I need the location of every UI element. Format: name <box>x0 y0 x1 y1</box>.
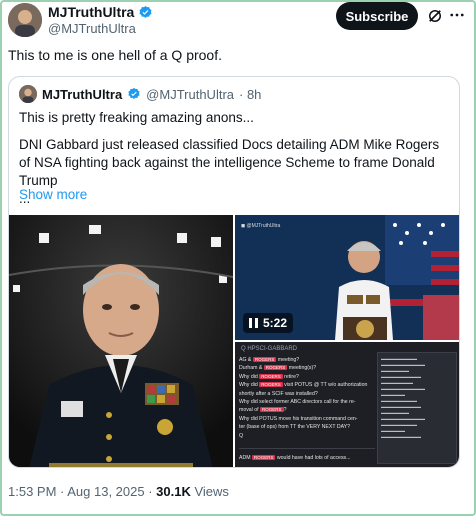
doc-line: Why did ROGERS visit POTUS @ TT w/o auth… <box>239 381 375 389</box>
redaction-tag: ROGERS <box>260 407 284 413</box>
tweet-timestamp[interactable]: 1:53 PM · Aug 13, 2025 · <box>8 484 156 499</box>
doc-line: shortly after a SCIF was installed? <box>239 390 375 398</box>
redaction-tag: ROGERS <box>263 365 288 371</box>
redaction-tag: ROGERS <box>252 357 277 362</box>
doc-line: Why did POTUS move his transition comman… <box>239 415 375 423</box>
doc-line-text: retire? <box>282 373 299 380</box>
video-duration: 5:22 <box>263 316 288 330</box>
doc-line: Why did select former ABC directors call… <box>239 398 375 406</box>
doc-side-panel: ▬▬▬▬▬▬▬▬▬ ▬▬▬▬▬▬▬▬▬▬▬ ▬▬▬▬▬▬▬ ▬▬▬▬▬▬▬▬▬▬ ▬▬▬… <box>377 352 457 464</box>
quote-line-1: This is pretty freaking amazing anons... <box>19 110 254 125</box>
doc-line-text: ter (base of ops) from TT the VERY NEXT … <box>239 424 350 431</box>
avatar[interactable] <box>8 3 42 37</box>
doc-title: Q HPSCI-GABBARD <box>241 346 298 352</box>
tweet-header: MJTruthUltra @MJTruthUltra Subscribe <box>8 0 468 40</box>
quote-header: MJTruthUltra @MJTruthUltra · 8h <box>19 85 261 103</box>
redaction-tag: ROGERS <box>259 373 283 379</box>
quote-line-2: DNI Gabbard just released classified Doc… <box>19 137 440 188</box>
doc-line: AG & ROGERS meeting? <box>239 356 375 364</box>
tweet-text: This to me is one hell of a Q proof. <box>8 47 222 63</box>
doc-line-text: meeting(s)? <box>287 365 317 372</box>
doc-line-text: ADM <box>239 455 252 461</box>
quote-display-name[interactable]: MJTruthUltra <box>42 87 122 102</box>
doc-line-text: Why did <box>239 382 260 389</box>
doc-line-text: Why did POTUS move his transition comman… <box>239 415 358 422</box>
tweet-footer: 1:53 PM · Aug 13, 2025 · 30.1K Views <box>8 484 229 499</box>
doc-bottom-line: ADM ROGERS would have had lots of access… <box>239 454 375 462</box>
quote-handle[interactable]: @MJTruthUltra <box>146 87 234 102</box>
show-more-link[interactable]: Show more <box>19 187 87 202</box>
doc-line: ter (base of ops) from TT the VERY NEXT … <box>239 423 375 431</box>
media-grid: ◼ @MJTruthUltra 5:22 Q HPSCI-GABBARD AG … <box>9 215 459 467</box>
views-count: 30.1K <box>156 484 191 499</box>
doc-line-text: visit POTUS @ TT w/o authorization <box>282 382 368 389</box>
doc-line-text: would have had lots of access... <box>275 455 351 461</box>
doc-line-text: AG & <box>239 357 253 363</box>
tweet-card: MJTruthUltra @MJTruthUltra Subscribe Thi… <box>8 0 468 516</box>
doc-line: Q <box>239 432 375 440</box>
doc-side-lines: ▬▬▬▬▬▬▬▬▬ ▬▬▬▬▬▬▬▬▬▬▬ ▬▬▬▬▬▬▬ ▬▬▬▬▬▬▬▬▬▬ ▬▬▬… <box>381 356 425 439</box>
doc-line-text: Why did <box>239 373 260 380</box>
name-row: MJTruthUltra <box>48 4 153 20</box>
more-options-icon[interactable] <box>448 6 466 24</box>
doc-lines: AG & ROGERS meeting? Durham & ROGERS meet… <box>239 356 375 440</box>
verified-badge-icon <box>139 5 152 18</box>
quoted-tweet[interactable]: MJTruthUltra @MJTruthUltra · 8h This is … <box>8 76 460 468</box>
video-thumbnail[interactable]: ◼ @MJTruthUltra 5:22 <box>235 215 459 340</box>
doc-line-text: ? <box>283 407 287 414</box>
doc-line: Why did ROGERS retire? <box>239 373 375 381</box>
verified-badge-icon <box>128 87 140 99</box>
photo-admiral[interactable] <box>9 215 233 467</box>
pause-icon <box>249 318 258 328</box>
handle[interactable]: @MJTruthUltra <box>48 21 136 36</box>
doc-divider <box>239 448 375 449</box>
doc-line-text: moval of <box>239 407 261 414</box>
redaction-tag: ROGERS <box>251 455 276 460</box>
subscribe-button[interactable]: Subscribe <box>336 2 418 30</box>
display-name[interactable]: MJTruthUltra <box>48 4 134 20</box>
doc-line: moval of ROGERS? <box>239 406 375 414</box>
grok-icon[interactable] <box>426 7 444 25</box>
doc-line-text: Durham & <box>239 365 264 372</box>
redaction-tag: ROGERS <box>259 382 283 388</box>
svg-text:◼ @MJTruthUltra: ◼ @MJTruthUltra <box>241 223 281 229</box>
video-duration-badge[interactable]: 5:22 <box>243 313 294 333</box>
views-label: Views <box>190 484 229 499</box>
doc-line-text: shortly after a SCIF was installed? <box>239 390 318 397</box>
doc-line: Durham & ROGERS meeting(s)? <box>239 364 375 372</box>
quote-avatar[interactable] <box>19 85 37 103</box>
doc-line: ADM ROGERS would have had lots of access… <box>239 454 375 462</box>
document-screenshot[interactable]: Q HPSCI-GABBARD AG & ROGERS meeting? Durh… <box>235 342 459 467</box>
doc-line-text: Why did select former ABC directors call… <box>239 399 356 406</box>
doc-line-text: meeting? <box>276 357 300 363</box>
quote-timestamp[interactable]: · 8h <box>239 87 261 102</box>
doc-line-text: Q <box>239 432 244 439</box>
